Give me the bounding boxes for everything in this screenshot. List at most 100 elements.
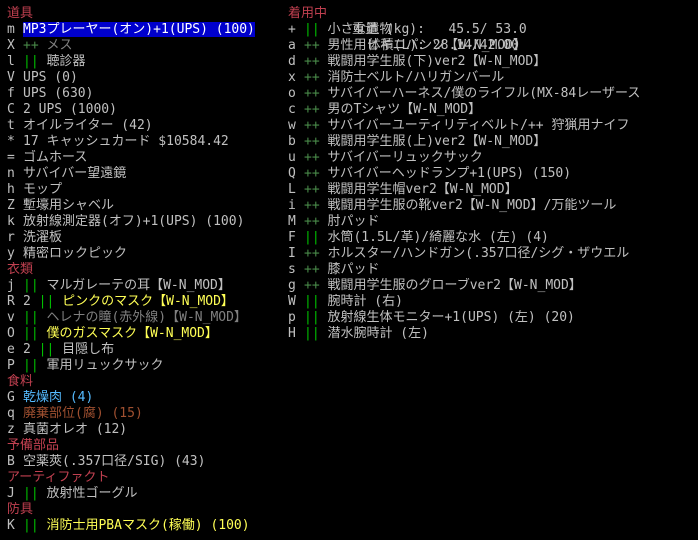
inventory-item[interactable]: k 放射線測定器(オフ)+1(UPS) (100) — [7, 214, 255, 230]
item-hotkey: W — [288, 294, 296, 309]
inventory-item[interactable]: t オイルライター (42) — [7, 118, 255, 134]
item-hotkey: u — [288, 150, 296, 165]
item-status-marker: || — [38, 294, 55, 309]
inventory-item[interactable]: F || 水筒(1.5L/革)/綺麗な水 (左) (4) — [288, 230, 640, 246]
inventory-item[interactable]: = ゴムホース — [7, 150, 255, 166]
inventory-item[interactable]: n サバイバー望遠鏡 — [7, 166, 255, 182]
inventory-item[interactable]: R2 || ピンクのマスク【W-N_MOD】 — [7, 294, 255, 310]
item-count: 2 — [23, 294, 39, 309]
inventory-item[interactable]: + || 小さな遺物 — [288, 22, 640, 38]
inventory-item[interactable]: J || 放射性ゴーグル — [7, 486, 255, 502]
item-status-marker: || — [23, 358, 39, 373]
item-status-marker: || — [304, 230, 320, 245]
item-hotkey: P — [7, 358, 15, 373]
inventory-item[interactable]: m MP3プレーヤー(オン)+1(UPS) (100) — [7, 22, 255, 38]
inventory-list: 道具 m MP3プレーヤー(オン)+1(UPS) (100) X ++ メス l || 聴診… — [7, 6, 255, 534]
item-status-marker: || — [304, 326, 320, 341]
item-hotkey: l — [7, 54, 15, 69]
inventory-item[interactable]: B 空薬莢(.357口径/SIG) (43) — [7, 454, 255, 470]
inventory-item[interactable]: C 2 UPS (1000) — [7, 102, 255, 118]
inventory-item[interactable]: W || 腕時計 (右) — [288, 294, 640, 310]
inventory-item[interactable]: G 乾燥肉 (4) — [7, 390, 255, 406]
item-hotkey: M — [288, 214, 296, 229]
inventory-item[interactable]: p || 放射線生体モニター+1(UPS) (左) (20) — [288, 310, 640, 326]
inventory-item[interactable]: H || 潜水腕時計 (左) — [288, 326, 640, 342]
item-name: ゴムホース — [23, 150, 88, 165]
item-name: 戦闘用学生服(上)ver2【W-N_MOD】 — [327, 134, 547, 149]
inventory-item[interactable]: x ++ 消防士ベルト/ハリガンバール — [288, 70, 640, 86]
item-name: 戦闘用学生服の靴ver2【W-N_MOD】/万能ツール — [327, 198, 617, 213]
inventory-item[interactable]: i ++ 戦闘用学生服の靴ver2【W-N_MOD】/万能ツール — [288, 198, 640, 214]
inventory-item[interactable]: M ++ 肘パッド — [288, 214, 640, 230]
inventory-item[interactable]: s ++ 膝パッド — [288, 262, 640, 278]
inventory-item[interactable]: O || 僕のガスマスク【W-N_MOD】 — [7, 326, 255, 342]
inventory-item[interactable]: I ++ ホルスター/ハンドガン(.357口径/シグ・ザウエル — [288, 246, 640, 262]
item-status-marker: || — [23, 326, 39, 341]
item-status-marker: ++ — [304, 278, 320, 293]
inventory-item[interactable]: z 真菌オレオ (12) — [7, 422, 255, 438]
item-status-marker: ++ — [304, 118, 320, 133]
item-hotkey: z — [7, 422, 15, 437]
item-hotkey: I — [288, 246, 296, 261]
item-name: 空薬莢(.357口径/SIG) (43) — [23, 454, 206, 469]
item-name: サバイバーリュックサック — [327, 150, 483, 165]
item-hotkey: o — [288, 86, 296, 101]
item-name: 消防士用PBAマスク(稼働) (100) — [46, 518, 250, 533]
item-status-marker: ++ — [23, 38, 39, 53]
item-status-marker: ++ — [304, 262, 320, 277]
item-hotkey: e — [7, 342, 15, 357]
inventory-item[interactable]: P || 軍用リュックサック — [7, 358, 255, 374]
item-status-marker: ++ — [304, 166, 320, 181]
item-hotkey: p — [288, 310, 296, 325]
inventory-item[interactable]: c ++ 男のTシャツ【W-N_MOD】 — [288, 102, 640, 118]
item-status-marker: || — [23, 310, 39, 325]
inventory-item[interactable]: L ++ 戦闘用学生帽ver2【W-N_MOD】 — [288, 182, 640, 198]
inventory-item[interactable]: w ++ サバイバーユーティリティベルト/++ 狩猟用ナイフ — [288, 118, 640, 134]
inventory-item[interactable]: a ++ 男性用ビキニパンツ【W-N_MOD】 — [288, 38, 640, 54]
item-hotkey: v — [7, 310, 15, 325]
item-status-marker: ++ — [304, 102, 320, 117]
inventory-item[interactable]: K || 消防士用PBAマスク(稼働) (100) — [7, 518, 255, 534]
item-name: 男のTシャツ【W-N_MOD】 — [327, 102, 482, 117]
category-header: 食料 — [7, 374, 34, 389]
inventory-item[interactable]: v || ヘレナの瞳(赤外線)【W-N_MOD】 — [7, 310, 255, 326]
item-hotkey: s — [288, 262, 296, 277]
inventory-item[interactable]: * 17 キャッシュカード $10584.42 — [7, 134, 255, 150]
item-name: 戦闘用学生服のグローブver2【W-N_MOD】 — [327, 278, 582, 293]
inventory-item[interactable]: g ++ 戦闘用学生服のグローブver2【W-N_MOD】 — [288, 278, 640, 294]
item-status-marker: ++ — [304, 70, 320, 85]
item-hotkey: a — [288, 38, 296, 53]
inventory-item[interactable]: y 精密ロックピック — [7, 246, 255, 262]
item-hotkey: j — [7, 278, 15, 293]
item-status-marker: || — [23, 518, 39, 533]
item-hotkey: r — [7, 230, 15, 245]
item-hotkey: f — [7, 86, 15, 101]
inventory-item[interactable]: h モップ — [7, 182, 255, 198]
inventory-item[interactable]: u ++ サバイバーリュックサック — [288, 150, 640, 166]
item-hotkey: J — [7, 486, 15, 501]
inventory-item[interactable]: X ++ メス — [7, 38, 255, 54]
inventory-item[interactable]: j || マルガレーテの耳【W-N_MOD】 — [7, 278, 255, 294]
item-name: サバイバーヘッドランプ+1(UPS) (150) — [327, 166, 572, 181]
category-header: 道具 — [7, 6, 34, 21]
item-hotkey: K — [7, 518, 15, 533]
inventory-item[interactable]: e2 || 目隠し布 — [7, 342, 255, 358]
item-hotkey: b — [288, 134, 296, 149]
item-hotkey: c — [288, 102, 296, 117]
inventory-item[interactable]: Z 塹壕用シャベル — [7, 198, 255, 214]
inventory-item[interactable]: f UPS (630) — [7, 86, 255, 102]
item-hotkey: t — [7, 118, 15, 133]
inventory-item[interactable]: r 洗濯板 — [7, 230, 255, 246]
item-name: サバイバーハーネス/僕のライフル(MX-84レーザース — [327, 86, 641, 101]
inventory-item[interactable]: l || 聴診器 — [7, 54, 255, 70]
item-name: 洗濯板 — [23, 230, 63, 245]
item-status-marker: ++ — [304, 246, 320, 261]
item-hotkey: Z — [7, 198, 15, 213]
inventory-item[interactable]: Q ++ サバイバーヘッドランプ+1(UPS) (150) — [288, 166, 640, 182]
inventory-item[interactable]: b ++ 戦闘用学生服(上)ver2【W-N_MOD】 — [288, 134, 640, 150]
inventory-item[interactable]: q 廃棄部位(腐) (15) — [7, 406, 255, 422]
item-hotkey: w — [288, 118, 296, 133]
inventory-item[interactable]: d ++ 戦闘用学生服(下)ver2【W-N_MOD】 — [288, 54, 640, 70]
inventory-item[interactable]: V UPS (0) — [7, 70, 255, 86]
inventory-item[interactable]: o ++ サバイバーハーネス/僕のライフル(MX-84レーザース — [288, 86, 640, 102]
